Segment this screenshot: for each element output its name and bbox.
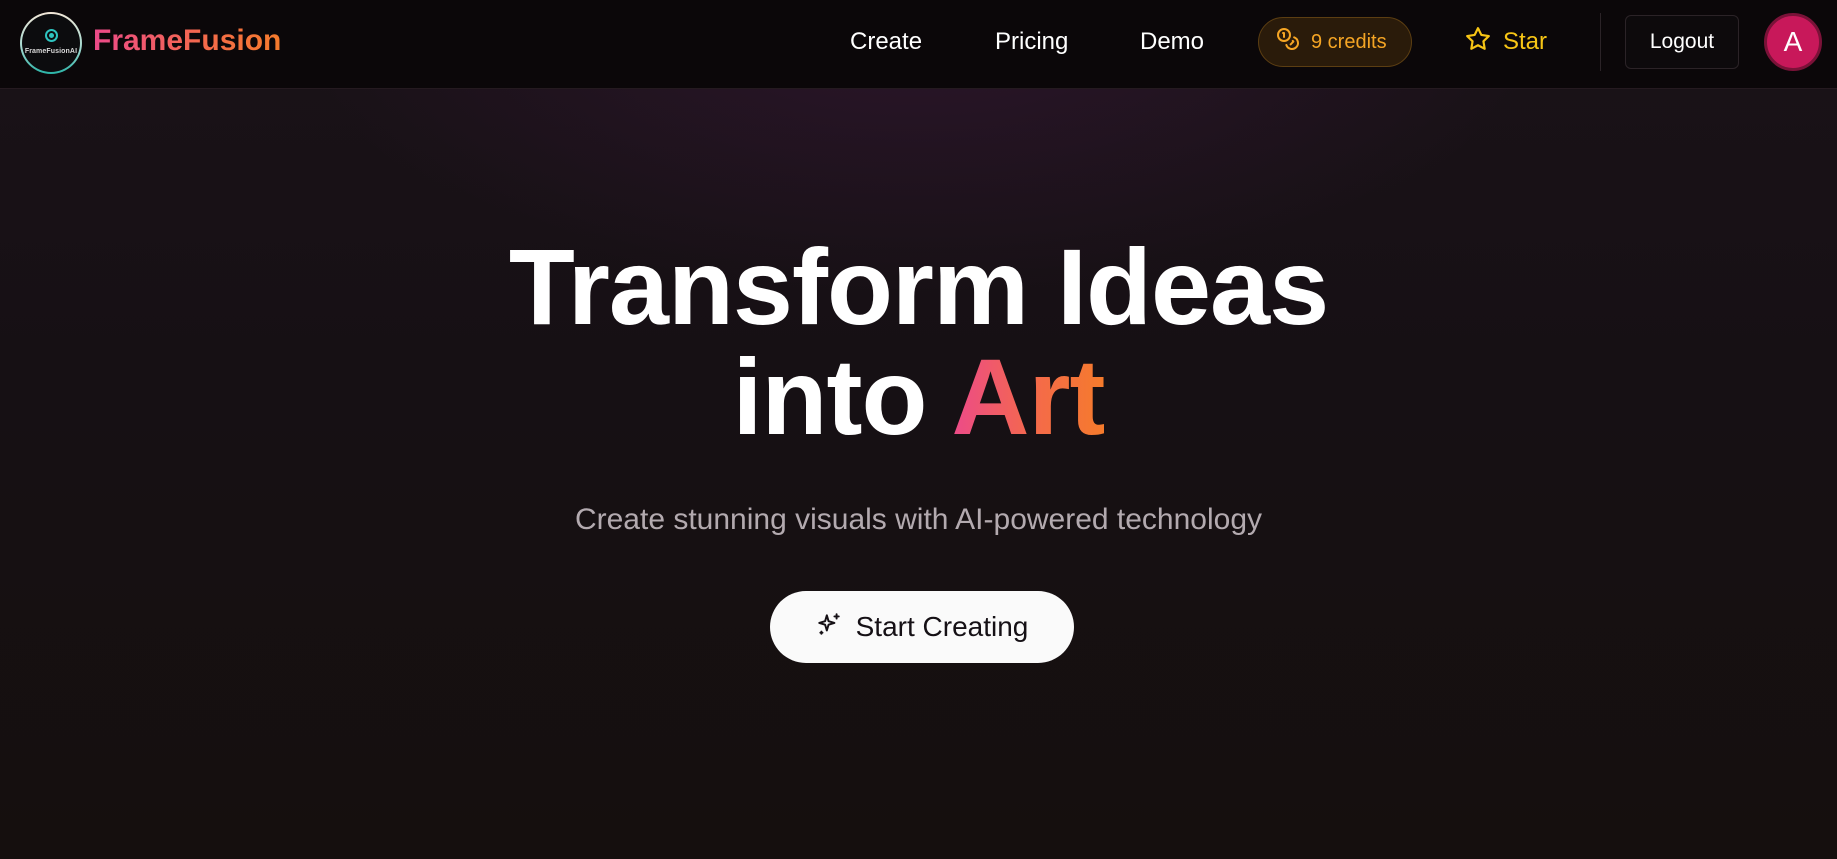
credits-badge[interactable]: 9 credits bbox=[1258, 17, 1412, 67]
star-button[interactable]: Star bbox=[1465, 26, 1547, 58]
hero-title-accent: Art bbox=[951, 336, 1105, 457]
credits-label: 9 credits bbox=[1311, 30, 1387, 53]
hero-title-line1: Transform Ideas bbox=[508, 226, 1329, 347]
hero-title: Transform Ideas into Art bbox=[0, 232, 1837, 452]
page: FrameFusionAI FrameFusion Create Pricing… bbox=[0, 0, 1837, 859]
logo-dot-icon bbox=[49, 33, 54, 38]
header-divider bbox=[1600, 13, 1601, 71]
start-creating-label: Start Creating bbox=[855, 611, 1029, 642]
logo-badge: FrameFusionAI bbox=[22, 14, 80, 72]
nav-create[interactable]: Create bbox=[850, 28, 922, 56]
logo-text: FrameFusionAI bbox=[24, 48, 78, 55]
coins-icon bbox=[1276, 27, 1300, 57]
sparkles-icon bbox=[816, 611, 842, 644]
brand-name[interactable]: FrameFusion bbox=[93, 24, 281, 58]
start-creating-button[interactable]: Start Creating bbox=[770, 591, 1074, 663]
star-icon bbox=[1465, 26, 1491, 59]
logout-button[interactable]: Logout bbox=[1625, 15, 1739, 69]
hero-title-prefix: into bbox=[732, 336, 952, 457]
nav-pricing[interactable]: Pricing bbox=[995, 28, 1068, 56]
hero-subtitle: Create stunning visuals with AI-powered … bbox=[574, 503, 1263, 536]
user-avatar[interactable]: A bbox=[1764, 13, 1822, 71]
nav-demo[interactable]: Demo bbox=[1140, 28, 1204, 56]
logo[interactable]: FrameFusionAI bbox=[20, 12, 82, 74]
top-navbar: FrameFusionAI FrameFusion Create Pricing… bbox=[0, 0, 1837, 89]
hero-title-line2: into Art bbox=[0, 342, 1837, 452]
star-label: Star bbox=[1503, 28, 1548, 55]
